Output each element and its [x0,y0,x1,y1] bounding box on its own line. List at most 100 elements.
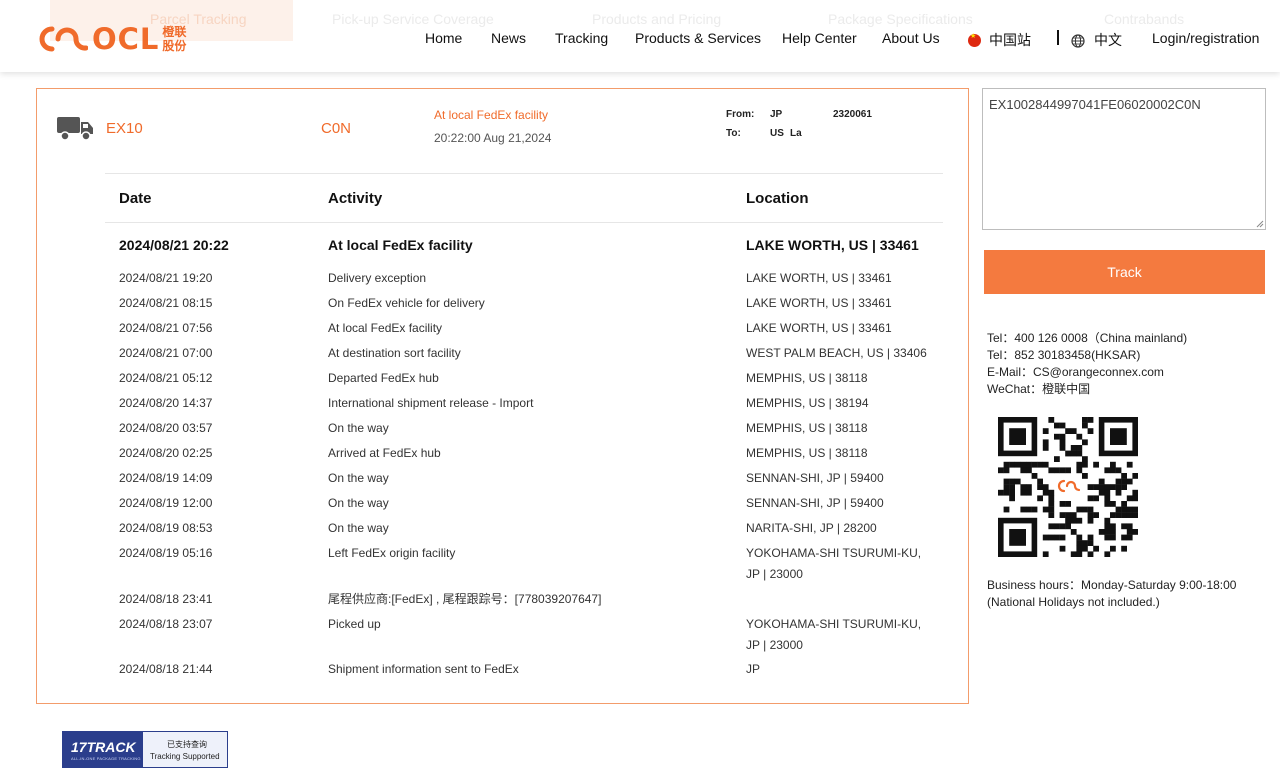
event-location: MEMPHIS, US | 38118 [746,446,868,460]
event-activity: Departed FedEx hub [328,371,439,385]
main-nav: Home News Tracking Products & Services H… [0,30,1280,48]
event-location: MEMPHIS, US | 38194 [746,396,869,410]
event-date: 2024/08/20 03:57 [119,421,213,435]
event-activity: Left FedEx origin facility [328,546,456,560]
tracking-code-prefix: EX10 [106,120,143,137]
event-location: WEST PALM BEACH, US | 33406 [746,346,927,360]
tracking-events-table: Date Activity Location 2024/08/21 20:22 … [105,173,943,676]
event-activity: International shipment release - Import [328,396,534,410]
event-date: 2024/08/20 14:37 [119,396,213,410]
event-location: SENNAN-SHI, JP | 59400 [746,471,884,485]
wechat-qr-code [998,417,1138,557]
tracking-code-suffix: C0N [321,120,352,137]
17track-badge[interactable]: 17TRACK ALL-IN-ONE PACKAGE TRACKING 已支持查… [62,731,228,768]
event-date: 2024/08/19 14:09 [119,471,213,485]
event-date: 2024/08/18 23:07 [119,617,213,631]
current-status: At local FedEx facility [434,108,549,122]
event-date: 2024/08/21 07:56 [119,321,213,335]
event-location: MEMPHIS, US | 38118 [746,371,868,385]
event-activity: On the way [328,521,389,535]
event-date: 2024/08/18 23:41 [119,592,213,606]
nav-news[interactable]: News [491,30,526,46]
login-registration-link[interactable]: Login/registration [1152,30,1259,46]
to-city: La [790,128,802,139]
from-postal: 2320061 [833,109,872,120]
globe-icon [1071,34,1085,48]
event-activity: Delivery exception [328,271,427,285]
event-date: 2024/08/21 08:15 [119,296,213,310]
event-activity: On the way [328,471,389,485]
event-activity: At destination sort facility [328,346,461,360]
event-activity: On the way [328,496,389,510]
event-activity: Arrived at FedEx hub [328,446,441,460]
china-flag-icon [968,32,981,47]
badge-en-text: Tracking Supported [150,752,220,761]
contact-email: E-Mail：CS@orangeconnex.com [987,365,1164,379]
event-date: 2024/08/18 21:44 [119,662,213,676]
business-hours: Business hours：Monday-Saturday 9:00-18:0… [987,577,1236,611]
event-activity: At local FedEx facility [328,321,443,335]
faded-tab-label: Contrabands [1104,11,1185,27]
language-switch[interactable]: 中文 [1071,30,1122,50]
nav-tracking[interactable]: Tracking [555,30,608,46]
track-button[interactable]: Track [984,250,1265,294]
column-date: Date [119,190,152,207]
event-location: NARITA-SHI, JP | 28200 [746,521,877,535]
badge-subtitle: ALL-IN-ONE PACKAGE TRACKING [71,756,141,761]
event-date: 2024/08/19 08:53 [119,521,213,535]
contact-info: Tel：400 126 0008（China mainland) Tel：852… [987,330,1187,398]
tracking-number-input[interactable]: EX1002844997041FE06020002C0N [982,88,1266,230]
resize-grip-icon[interactable] [1256,220,1264,228]
event-location: LAKE WORTH, US | 33461 [746,271,892,285]
table-header: Date Activity Location [105,173,943,223]
event-date: 2024/08/21 19:20 [119,271,213,285]
truck-icon [57,117,93,141]
17track-logo: 17TRACK ALL-IN-ONE PACKAGE TRACKING [63,732,143,767]
nav-about-us[interactable]: About Us [882,30,940,46]
event-location: JP [746,662,761,676]
event-location: YOKOHAMA-SHI TSURUMI-KU, JP | 23000 [746,617,922,652]
badge-cn-text: 已支持查询 [167,740,207,749]
event-location: YOKOHAMA-SHI TSURUMI-KU, JP | 23000 [746,546,922,581]
event-location: LAKE WORTH, US | 33461 [746,296,892,310]
faded-tab-label: Pick-up Service Coverage [332,11,494,27]
event-date: 2024/08/20 02:25 [119,446,213,460]
from-label: From: [726,109,755,120]
event-activity: On FedEx vehicle for delivery [328,296,485,310]
faded-tab-label: Products and Pricing [592,11,722,27]
nav-home[interactable]: Home [425,30,462,46]
event-date: 2024/08/21 05:12 [119,371,213,385]
event-date: 2024/08/21 07:00 [119,346,213,360]
contact-tel-hk: Tel：852 30183458(HKSAR) [987,348,1141,362]
contact-tel-mainland: Tel：400 126 0008（China mainland) [987,331,1188,345]
event-location: MEMPHIS, US | 38118 [746,421,868,435]
column-activity: Activity [328,190,383,207]
nav-products-services[interactable]: Products & Services [635,30,761,46]
business-hours-line: Business hours：Monday-Saturday 9:00-18:0… [987,578,1237,592]
event-date: 2024/08/21 20:22 [119,237,229,253]
event-date: 2024/08/19 05:16 [119,546,213,560]
event-activity: Picked up [328,617,381,631]
event-location: SENNAN-SHI, JP | 59400 [746,496,884,510]
from-country: JP [770,109,783,120]
event-location: LAKE WORTH, US | 33461 [746,321,892,335]
faded-tab-label: Package Specifications [828,11,973,27]
site-header: Parcel Tracking Pick-up Service Coverage… [0,0,1280,72]
column-location: Location [746,190,809,207]
nav-divider [1057,30,1059,45]
event-activity: 尾程供应商:[FedEx] , 尾程跟踪号：[778039207647] [328,592,602,606]
nav-help-center[interactable]: Help Center [782,30,857,46]
event-activity: Shipment information sent to FedEx [328,662,519,676]
to-label: To: [726,128,741,139]
event-activity: At local FedEx facility [328,237,473,253]
event-date: 2024/08/19 12:00 [119,496,213,510]
badge-title: 17TRACK [71,739,136,755]
tracking-result-panel: EX10 C0N At local FedEx facility 20:22:0… [36,88,969,704]
current-status-time: 20:22:00 Aug 21,2024 [434,131,552,145]
to-country: US [770,128,784,139]
badge-caption: 已支持查询 Tracking Supported [143,732,227,767]
event-activity: On the way [328,421,389,435]
region-switch[interactable]: 中国站 [968,30,1031,50]
language-label: 中文 [1094,32,1122,48]
business-hours-note: (National Holidays not included.) [987,595,1160,609]
